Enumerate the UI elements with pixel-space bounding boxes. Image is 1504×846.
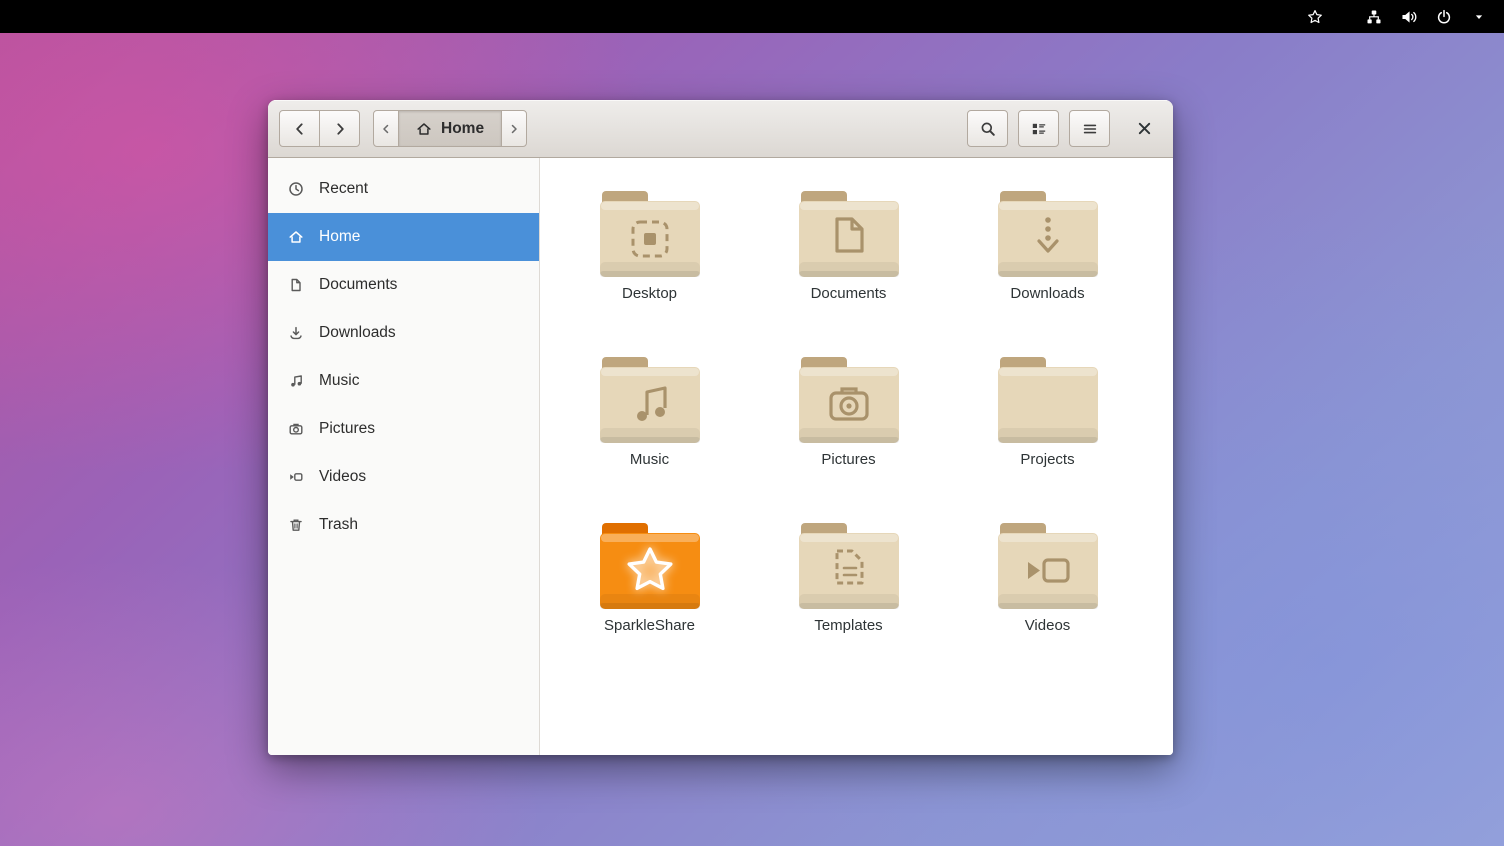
sidebar-item-label: Pictures	[319, 420, 375, 438]
file-label: Projects	[1020, 451, 1074, 468]
sidebar-item-label: Home	[319, 228, 360, 246]
sidebar-item-label: Music	[319, 372, 359, 390]
chevron-down-icon[interactable]	[1470, 8, 1488, 26]
folder-icon	[797, 352, 901, 448]
path-scroll-right-button[interactable]	[501, 110, 527, 147]
file-label: Videos	[1025, 617, 1071, 634]
folder-icon	[996, 518, 1100, 614]
menu-button[interactable]	[1069, 110, 1110, 147]
window-content: Recent Home Documents Downloads Music Pi…	[268, 158, 1173, 755]
file-item-documents[interactable]: Documents	[749, 186, 948, 352]
folder-icon	[797, 518, 901, 614]
file-label: Music	[630, 451, 669, 468]
sidebar-item-music[interactable]: Music	[268, 357, 539, 405]
file-item-desktop[interactable]: Desktop	[550, 186, 749, 352]
download-icon	[288, 325, 304, 341]
volume-icon[interactable]	[1400, 8, 1418, 26]
network-icon[interactable]	[1365, 8, 1383, 26]
clock-icon	[288, 181, 304, 197]
trash-icon	[288, 517, 304, 533]
file-label: Downloads	[1010, 285, 1084, 302]
file-label: Desktop	[622, 285, 677, 302]
location-home-button[interactable]: Home	[398, 110, 502, 147]
file-item-sparkleshare[interactable]: SparkleShare	[550, 518, 749, 684]
close-button[interactable]	[1126, 110, 1162, 147]
camera-icon	[288, 421, 304, 437]
folder-icon	[996, 186, 1100, 282]
sidebar-item-label: Trash	[319, 516, 358, 534]
sidebar-item-videos[interactable]: Videos	[268, 453, 539, 501]
sidebar-item-label: Recent	[319, 180, 368, 198]
toolbar-actions	[957, 110, 1162, 147]
files-grid: Desktop Documents Downloads	[540, 158, 1173, 755]
document-icon	[288, 277, 304, 293]
file-item-projects[interactable]: Projects	[948, 352, 1147, 518]
folder-icon	[598, 518, 702, 614]
file-item-music[interactable]: Music	[550, 352, 749, 518]
file-label: Templates	[814, 617, 882, 634]
music-icon	[288, 373, 304, 389]
sidebar-item-trash[interactable]: Trash	[268, 501, 539, 549]
back-button[interactable]	[279, 110, 320, 147]
sidebar: Recent Home Documents Downloads Music Pi…	[268, 158, 540, 755]
sidebar-item-documents[interactable]: Documents	[268, 261, 539, 309]
file-item-videos[interactable]: Videos	[948, 518, 1147, 684]
sidebar-item-label: Videos	[319, 468, 366, 486]
star-icon[interactable]	[1306, 8, 1324, 26]
sidebar-item-label: Downloads	[319, 324, 396, 342]
file-item-downloads[interactable]: Downloads	[948, 186, 1147, 352]
path-scroll-left-button[interactable]	[373, 110, 399, 147]
video-icon	[288, 469, 304, 485]
file-manager-window: Home Recent Home Documents Downloads Mus…	[268, 100, 1173, 755]
folder-icon	[598, 186, 702, 282]
view-list-button[interactable]	[1018, 110, 1059, 147]
home-icon	[288, 229, 304, 245]
sidebar-item-label: Documents	[319, 276, 397, 294]
file-item-templates[interactable]: Templates	[749, 518, 948, 684]
nav-button-group	[279, 110, 360, 147]
sidebar-item-downloads[interactable]: Downloads	[268, 309, 539, 357]
folder-icon	[598, 352, 702, 448]
path-bar: Home	[373, 110, 527, 147]
location-label: Home	[441, 120, 484, 138]
folder-icon	[797, 186, 901, 282]
folder-icon	[996, 352, 1100, 448]
sidebar-item-home[interactable]: Home	[268, 213, 539, 261]
forward-button[interactable]	[319, 110, 360, 147]
file-label: Pictures	[821, 451, 875, 468]
file-item-pictures[interactable]: Pictures	[749, 352, 948, 518]
system-top-bar	[0, 0, 1504, 33]
headerbar: Home	[268, 100, 1173, 158]
file-label: SparkleShare	[604, 617, 695, 634]
power-icon[interactable]	[1435, 8, 1453, 26]
home-icon	[416, 121, 432, 137]
topbar-icons	[1306, 8, 1504, 26]
sidebar-item-pictures[interactable]: Pictures	[268, 405, 539, 453]
file-label: Documents	[811, 285, 887, 302]
search-button[interactable]	[967, 110, 1008, 147]
sidebar-item-recent[interactable]: Recent	[268, 165, 539, 213]
